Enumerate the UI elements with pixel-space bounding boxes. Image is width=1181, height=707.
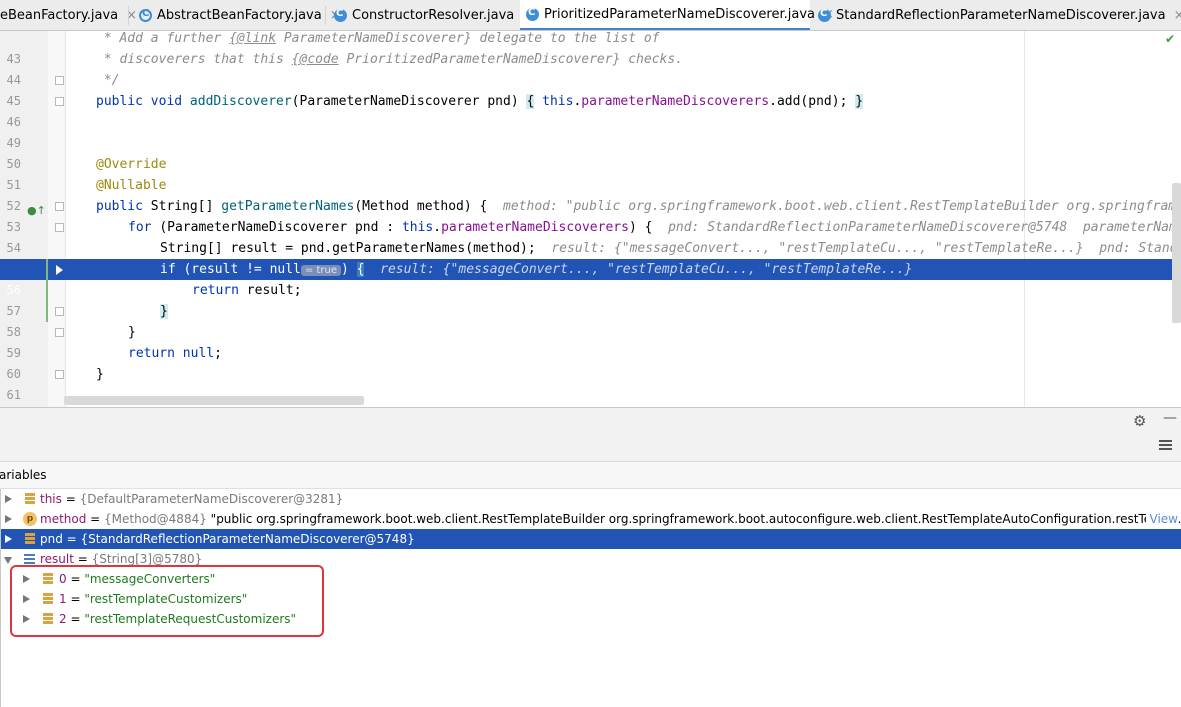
fold-toggle-icon[interactable] — [55, 202, 64, 211]
code-line[interactable]: 53 ●↑ public String[] getParameterNames(… — [0, 196, 1181, 234]
fold-toggle-icon[interactable] — [55, 307, 64, 316]
tab-label: AbstractBeanFactory.java — [157, 7, 322, 23]
variables-header: ariables — [0, 462, 1181, 489]
code-line[interactable]: 44 * discoverers that this {@code Priori… — [0, 49, 1181, 87]
variable-row-method[interactable]: p method = {Method@4884} "public org.spr… — [1, 509, 1181, 529]
minimize-icon[interactable]: — — [1163, 410, 1177, 426]
tab-label: ConstructorResolver.java — [352, 7, 515, 23]
code-editor[interactable]: ✔ 43 * Add a further {@link ParameterNam… — [0, 31, 1181, 407]
code-line[interactable]: 54 for (ParameterNameDiscoverer pnd : th… — [0, 217, 1181, 255]
field-icon — [25, 533, 35, 536]
code-line[interactable]: 50 — [0, 133, 1181, 171]
variable-text: method = {Method@4884} "public org.sprin… — [40, 512, 1181, 526]
code-text: * discoverers that this {@code Prioritiz… — [96, 52, 684, 67]
code-text: @Nullable — [96, 178, 167, 193]
code-line[interactable]: 57 return result; — [0, 280, 1181, 318]
code-text: return null; — [128, 346, 222, 361]
class-icon — [818, 8, 831, 22]
inline-debug-value[interactable]: = true — [300, 265, 341, 276]
execution-point-arrow-icon — [56, 265, 63, 275]
close-icon[interactable]: × — [1174, 8, 1181, 23]
code-line[interactable]: 58 } — [0, 301, 1181, 339]
code-text: * Add a further {@link ParameterNameDisc… — [96, 31, 660, 46]
variable-row-pnd[interactable]: pnd = {StandardReflectionParameterNameDi… — [1, 529, 1181, 549]
code-text: public void addDiscoverer(ParameterNameD… — [96, 94, 864, 109]
class-icon — [526, 7, 539, 21]
collapse-arrow-icon[interactable] — [4, 557, 12, 564]
code-line[interactable]: 46 public void addDiscoverer(ParameterNa… — [0, 91, 1181, 129]
fold-toggle-icon[interactable] — [55, 223, 64, 232]
vertical-scrollbar[interactable] — [1172, 183, 1181, 323]
debug-toolbar: ⚙ — — [0, 407, 1181, 435]
horizontal-scrollbar[interactable] — [64, 396, 364, 405]
debug-subtoolbar — [0, 435, 1181, 462]
field-icon — [25, 493, 35, 496]
code-text: } — [96, 367, 104, 382]
tab-standardreflectionparameternamediscoverer[interactable]: StandardReflectionParameterNameDiscovere… — [812, 0, 1181, 30]
fold-toggle-icon[interactable] — [55, 370, 64, 379]
code-text: public String[] getParameterNames(Method… — [96, 199, 1181, 214]
layout-settings-icon[interactable] — [1159, 439, 1172, 452]
tab-prioritizedparameternamediscoverer[interactable]: PrioritizedParameterNameDiscoverer.java … — [520, 0, 834, 30]
tab-label: StandardReflectionParameterNameDiscovere… — [836, 7, 1166, 23]
code-text: if (result != null = true) { result: {"me… — [160, 262, 913, 277]
fold-toggle-icon[interactable] — [55, 76, 64, 85]
code-line[interactable]: 52 @Nullable — [0, 175, 1181, 213]
expand-arrow-icon[interactable] — [5, 515, 12, 523]
code-text: @Override — [96, 157, 167, 172]
variables-title: ariables — [0, 468, 47, 482]
tab-label: PrioritizedParameterNameDiscoverer.java — [544, 6, 816, 22]
code-text: } — [160, 304, 168, 319]
change-marker — [46, 259, 48, 280]
change-marker — [46, 301, 48, 322]
parameter-icon: p — [23, 512, 37, 526]
code-line[interactable]: 49 — [0, 112, 1181, 150]
code-line[interactable]: 59 } — [0, 322, 1181, 360]
editor-tab-bar: eBeanFactory.java × AbstractBeanFactory.… — [0, 0, 1181, 31]
array-icon — [24, 553, 35, 564]
view-link[interactable]: View — [1145, 509, 1178, 529]
code-line[interactable]: 45 */ — [0, 70, 1181, 108]
current-execution-line[interactable]: 56 if (result != null = true) { result: {… — [0, 259, 1181, 297]
variable-text: pnd = {StandardReflectionParameterNameDi… — [40, 532, 415, 546]
code-line[interactable]: 55 String[] result = pnd.getParameterNam… — [0, 238, 1181, 276]
code-line[interactable]: 60 return null; — [0, 343, 1181, 381]
tab-constructorresolver[interactable]: ConstructorResolver.java × — [328, 0, 533, 30]
code-text: for (ParameterNameDiscoverer pnd : this.… — [128, 220, 1181, 235]
code-line[interactable]: 61 } — [0, 364, 1181, 402]
variable-text: this = {DefaultParameterNameDiscoverer@3… — [40, 492, 344, 506]
gear-icon[interactable]: ⚙ — [1133, 412, 1146, 430]
code-text: } — [128, 325, 136, 340]
highlight-annotation-box — [10, 565, 324, 637]
tab-divider — [128, 6, 129, 25]
code-text: */ — [96, 73, 120, 88]
code-line[interactable]: 43 * Add a further {@link ParameterNameD… — [0, 31, 1181, 66]
tab-label: eBeanFactory.java — [0, 7, 119, 23]
fold-toggle-icon[interactable] — [55, 97, 64, 106]
tab-divider — [325, 6, 326, 25]
variable-row-this[interactable]: this = {DefaultParameterNameDiscoverer@3… — [1, 489, 1181, 509]
tab-ebeanfactory[interactable]: eBeanFactory.java × — [0, 0, 137, 30]
expand-arrow-icon[interactable] — [5, 495, 12, 503]
code-line[interactable]: 51 @Override — [0, 154, 1181, 192]
expand-arrow-icon[interactable] — [5, 535, 12, 543]
change-marker — [46, 280, 48, 301]
fold-toggle-icon[interactable] — [55, 328, 64, 337]
tab-abstractbeanfactory[interactable]: AbstractBeanFactory.java × — [133, 0, 341, 30]
code-text: String[] result = pnd.getParameterNames(… — [160, 241, 1181, 256]
code-text: return result; — [192, 283, 302, 298]
class-icon — [334, 8, 347, 22]
abstract-class-icon — [139, 8, 152, 22]
